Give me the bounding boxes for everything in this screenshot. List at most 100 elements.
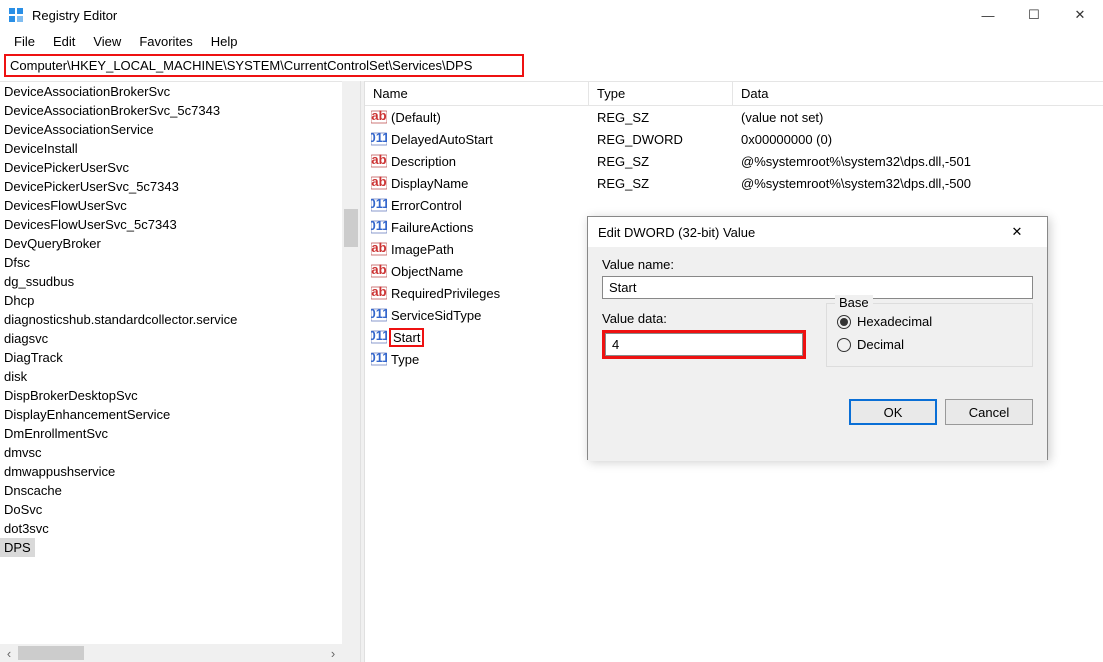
menu-edit[interactable]: Edit bbox=[45, 32, 83, 51]
edit-dword-dialog: Edit DWORD (32-bit) Value ✕ Value name: … bbox=[587, 216, 1048, 460]
svg-text:ab: ab bbox=[371, 263, 386, 277]
value-row[interactable]: ab(Default)REG_SZ(value not set) bbox=[365, 106, 1103, 128]
value-name: Start bbox=[389, 328, 424, 347]
titlebar: Registry Editor — ☐ ✕ bbox=[0, 0, 1103, 30]
menu-view[interactable]: View bbox=[85, 32, 129, 51]
tree-item[interactable]: DisplayEnhancementService bbox=[0, 405, 342, 424]
radio-decimal[interactable]: Decimal bbox=[837, 333, 1022, 356]
close-button[interactable]: ✕ bbox=[1057, 0, 1103, 30]
tree-item[interactable]: DeviceInstall bbox=[0, 139, 342, 158]
tree-item[interactable]: DevicePickerUserSvc bbox=[0, 158, 342, 177]
reg-dword-icon: 011 bbox=[371, 307, 387, 323]
reg-sz-icon: ab bbox=[371, 241, 387, 257]
tree-item[interactable]: dmvsc bbox=[0, 443, 342, 462]
tree-item[interactable]: Dfsc bbox=[0, 253, 342, 272]
tree-item[interactable]: dmwappushservice bbox=[0, 462, 342, 481]
col-name[interactable]: Name bbox=[365, 82, 589, 105]
tree-item[interactable]: disk bbox=[0, 367, 342, 386]
address-bar[interactable]: Computer\HKEY_LOCAL_MACHINE\SYSTEM\Curre… bbox=[4, 54, 524, 77]
tree-list[interactable]: DeviceAssociationBrokerSvcDeviceAssociat… bbox=[0, 82, 342, 557]
menu-help[interactable]: Help bbox=[203, 32, 246, 51]
tree-item[interactable]: DeviceAssociationBrokerSvc bbox=[0, 82, 342, 101]
vscroll-thumb[interactable] bbox=[344, 209, 358, 247]
tree-item[interactable]: Dhcp bbox=[0, 291, 342, 310]
radio-hexadecimal[interactable]: Hexadecimal bbox=[837, 310, 1022, 333]
svg-text:011: 011 bbox=[371, 329, 387, 343]
tree-item[interactable]: DevicePickerUserSvc_5c7343 bbox=[0, 177, 342, 196]
value-type: REG_SZ bbox=[589, 110, 733, 125]
tree-item[interactable]: dg_ssudbus bbox=[0, 272, 342, 291]
value-name: FailureActions bbox=[391, 220, 473, 235]
scroll-thumb[interactable] bbox=[18, 646, 84, 660]
reg-dword-icon: 011 bbox=[371, 197, 387, 213]
value-type: REG_SZ bbox=[589, 154, 733, 169]
value-row[interactable]: abDescriptionREG_SZ@%systemroot%\system3… bbox=[365, 150, 1103, 172]
tree-item[interactable]: diagnosticshub.standardcollector.service bbox=[0, 310, 342, 329]
svg-text:ab: ab bbox=[371, 285, 386, 299]
value-name: DisplayName bbox=[391, 176, 468, 191]
tree-item[interactable]: DevQueryBroker bbox=[0, 234, 342, 253]
value-type: REG_DWORD bbox=[589, 132, 733, 147]
value-name-input[interactable] bbox=[602, 276, 1033, 299]
addressbar-wrap: Computer\HKEY_LOCAL_MACHINE\SYSTEM\Curre… bbox=[0, 52, 1103, 81]
base-legend: Base bbox=[835, 295, 873, 310]
value-name: (Default) bbox=[391, 110, 441, 125]
tree-item-selected[interactable]: DPS bbox=[0, 538, 35, 557]
radio-icon bbox=[837, 338, 851, 352]
value-data-input[interactable] bbox=[605, 333, 803, 356]
svg-text:ab: ab bbox=[371, 153, 386, 167]
scroll-right-icon[interactable]: › bbox=[324, 644, 342, 662]
close-icon: ✕ bbox=[1012, 224, 1023, 240]
col-data[interactable]: Data bbox=[733, 82, 1103, 105]
window-controls: — ☐ ✕ bbox=[965, 0, 1103, 30]
sidebar-scrollbar[interactable]: ‹ › bbox=[0, 644, 342, 662]
radio-icon bbox=[837, 315, 851, 329]
dialog-title: Edit DWORD (32-bit) Value bbox=[598, 225, 755, 240]
tree-item[interactable]: DiagTrack bbox=[0, 348, 342, 367]
tree-item[interactable]: diagsvc bbox=[0, 329, 342, 348]
scroll-left-icon[interactable]: ‹ bbox=[0, 644, 18, 662]
menu-favorites[interactable]: Favorites bbox=[131, 32, 200, 51]
svg-text:011: 011 bbox=[371, 307, 387, 321]
menu-file[interactable]: File bbox=[6, 32, 43, 51]
reg-sz-icon: ab bbox=[371, 175, 387, 191]
value-name: Description bbox=[391, 154, 456, 169]
dialog-body: Value name: Value data: Base Hexadecimal… bbox=[588, 247, 1047, 461]
value-row[interactable]: 011 ErrorControl bbox=[365, 194, 1103, 216]
maximize-button[interactable]: ☐ bbox=[1011, 0, 1057, 30]
reg-dword-icon: 011 bbox=[371, 329, 387, 345]
value-row[interactable]: abDisplayNameREG_SZ@%systemroot%\system3… bbox=[365, 172, 1103, 194]
tree-item[interactable]: DevicesFlowUserSvc_5c7343 bbox=[0, 215, 342, 234]
cancel-button[interactable]: Cancel bbox=[945, 399, 1033, 425]
value-type: REG_SZ bbox=[589, 176, 733, 191]
reg-dword-icon: 011 bbox=[371, 219, 387, 235]
value-name-label: Value name: bbox=[602, 257, 1033, 272]
value-name: ErrorControl bbox=[391, 198, 462, 213]
col-type[interactable]: Type bbox=[589, 82, 733, 105]
tree-item[interactable]: DispBrokerDesktopSvc bbox=[0, 386, 342, 405]
tree-item[interactable]: DoSvc bbox=[0, 500, 342, 519]
sidebar-vscroll[interactable] bbox=[342, 81, 360, 662]
value-name: Type bbox=[391, 352, 419, 367]
svg-text:011: 011 bbox=[371, 131, 387, 145]
value-row[interactable]: 011DelayedAutoStartREG_DWORD0x00000000 (… bbox=[365, 128, 1103, 150]
tree-item[interactable]: dot3svc bbox=[0, 519, 342, 538]
value-name: ImagePath bbox=[391, 242, 454, 257]
sidebar: DeviceAssociationBrokerSvcDeviceAssociat… bbox=[0, 81, 342, 662]
app-icon bbox=[6, 5, 26, 25]
dialog-close-button[interactable]: ✕ bbox=[997, 217, 1037, 247]
svg-text:ab: ab bbox=[371, 175, 386, 189]
tree-item[interactable]: DeviceAssociationService bbox=[0, 120, 342, 139]
address-path: Computer\HKEY_LOCAL_MACHINE\SYSTEM\Curre… bbox=[10, 58, 472, 73]
minimize-button[interactable]: — bbox=[965, 0, 1011, 30]
tree-item[interactable]: DevicesFlowUserSvc bbox=[0, 196, 342, 215]
tree-item[interactable]: DmEnrollmentSvc bbox=[0, 424, 342, 443]
reg-sz-icon: ab bbox=[371, 153, 387, 169]
reg-dword-icon: 011 bbox=[371, 131, 387, 147]
tree-item[interactable]: DeviceAssociationBrokerSvc_5c7343 bbox=[0, 101, 342, 120]
reg-sz-icon: ab bbox=[371, 263, 387, 279]
value-name: DelayedAutoStart bbox=[391, 132, 493, 147]
scroll-track[interactable] bbox=[18, 644, 324, 662]
tree-item[interactable]: Dnscache bbox=[0, 481, 342, 500]
ok-button[interactable]: OK bbox=[849, 399, 937, 425]
